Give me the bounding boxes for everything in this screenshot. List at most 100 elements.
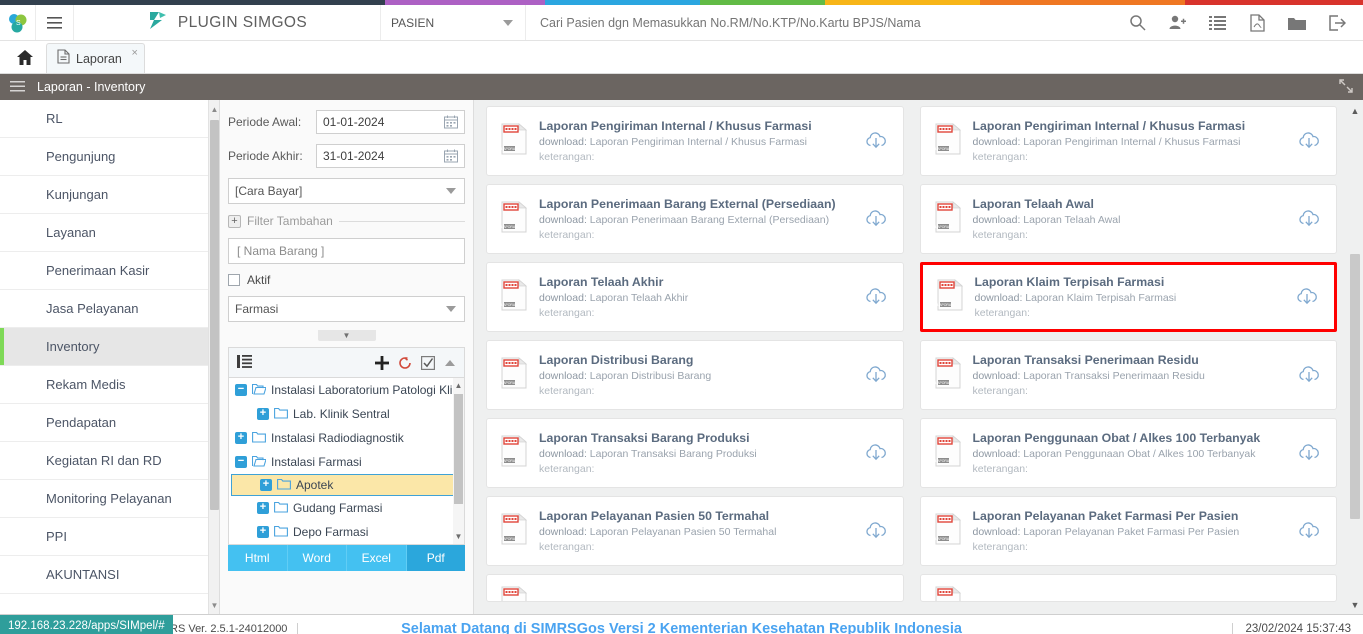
report-card-partial[interactable]: LAPORAN bbox=[919, 574, 1337, 602]
home-icon[interactable] bbox=[8, 41, 42, 73]
chevron-down-icon bbox=[503, 19, 513, 26]
tree-scrollbar[interactable]: ▲ ▼ bbox=[453, 378, 464, 544]
cloud-download-icon[interactable] bbox=[863, 209, 889, 229]
checkbox-checked-icon[interactable] bbox=[421, 355, 435, 370]
close-icon[interactable]: × bbox=[131, 47, 137, 59]
cloud-download-icon[interactable] bbox=[863, 521, 889, 541]
sidebar-item-akuntansi[interactable]: AKUNTANSI bbox=[0, 556, 219, 594]
sidebar-item-rl[interactable]: RL bbox=[0, 100, 219, 138]
plus-icon[interactable]: + bbox=[257, 502, 269, 514]
report-card[interactable]: LAPORAN Laporan Transaksi Penerimaan Resi… bbox=[919, 340, 1337, 410]
unit-select[interactable]: Farmasi bbox=[228, 296, 465, 322]
cloud-download-icon[interactable] bbox=[863, 443, 889, 463]
scroll-down-icon[interactable]: ▼ bbox=[453, 530, 464, 543]
search-icon[interactable] bbox=[1117, 5, 1157, 41]
report-card[interactable]: LAPORAN Laporan Penggunaan Obat / Alkes 1… bbox=[919, 418, 1337, 488]
report-card[interactable]: LAPORAN Laporan Transaksi Barang Produksi… bbox=[486, 418, 904, 488]
scroll-up-icon[interactable]: ▲ bbox=[453, 379, 464, 392]
calendar-icon[interactable] bbox=[444, 115, 458, 134]
tree-node[interactable]: + Lab. Klinik Sentral bbox=[229, 402, 464, 426]
nama-barang-input[interactable]: [ Nama Barang ] bbox=[228, 238, 465, 264]
cloud-download-icon[interactable] bbox=[863, 365, 889, 385]
search-input[interactable] bbox=[540, 15, 1103, 30]
sidebar-item-pengunjung[interactable]: Pengunjung bbox=[0, 138, 219, 176]
logout-icon[interactable] bbox=[1317, 5, 1357, 41]
expand-icon[interactable] bbox=[1339, 78, 1353, 96]
list-icon[interactable] bbox=[1197, 5, 1237, 41]
svg-text:LAPORAN: LAPORAN bbox=[501, 147, 518, 151]
plus-icon[interactable] bbox=[375, 355, 389, 370]
export-button-html[interactable]: Html bbox=[228, 545, 288, 571]
folder-icon[interactable] bbox=[1277, 5, 1317, 41]
plus-icon[interactable]: + bbox=[228, 214, 241, 228]
sidebar-item-layanan[interactable]: Layanan bbox=[0, 214, 219, 252]
cloud-download-icon[interactable] bbox=[863, 131, 889, 151]
panel-collapse-toggle[interactable]: ▼ bbox=[317, 330, 376, 341]
cloud-download-icon[interactable] bbox=[863, 287, 889, 307]
report-card[interactable]: LAPORAN Laporan Telaah Akhir download: Lap… bbox=[486, 262, 904, 332]
sidebar-item-rekam-medis[interactable]: Rekam Medis bbox=[0, 366, 219, 404]
sidebar-item-jasa-pelayanan[interactable]: Jasa Pelayanan bbox=[0, 290, 219, 328]
report-card-selected[interactable]: LAPORAN Laporan Klaim Terpisah Farmasi dow… bbox=[919, 262, 1337, 332]
report-card[interactable]: LAPORAN Laporan Telaah Awal download: Lapo… bbox=[919, 184, 1337, 254]
export-button-excel[interactable]: Excel bbox=[347, 545, 407, 571]
minus-icon[interactable]: − bbox=[235, 456, 247, 468]
main-scrollbar[interactable]: ▲ ▼ bbox=[1349, 104, 1361, 612]
sidebar-item-kegiatan-ri-dan-rd[interactable]: Kegiatan RI dan RD bbox=[0, 442, 219, 480]
report-card[interactable]: LAPORAN Laporan Pengiriman Internal / Khu… bbox=[486, 106, 904, 176]
history-refresh-icon[interactable] bbox=[398, 356, 412, 370]
periode-awal-input[interactable]: 01-01-2024 bbox=[316, 110, 465, 134]
report-card[interactable]: LAPORAN Laporan Penerimaan Barang Externa… bbox=[486, 184, 904, 254]
cloud-download-icon[interactable] bbox=[1296, 209, 1322, 229]
pdf-icon[interactable] bbox=[1237, 5, 1277, 41]
sidebar-item-penerimaan-kasir[interactable]: Penerimaan Kasir bbox=[0, 252, 219, 290]
tab-laporan[interactable]: Laporan × bbox=[46, 43, 145, 73]
scroll-down-icon[interactable]: ▼ bbox=[1349, 598, 1361, 612]
scrollbar-thumb[interactable] bbox=[1350, 254, 1360, 519]
calendar-icon[interactable] bbox=[444, 149, 458, 168]
add-user-icon[interactable] bbox=[1157, 5, 1197, 41]
sidebar-scrollbar[interactable]: ▲ ▼ bbox=[208, 100, 219, 614]
report-card-partial[interactable]: LAPORAN bbox=[486, 574, 904, 602]
scrollbar-thumb[interactable] bbox=[454, 394, 463, 504]
sidebar-item-kunjungan[interactable]: Kunjungan bbox=[0, 176, 219, 214]
tree-node[interactable]: − Instalasi Farmasi bbox=[229, 450, 464, 474]
sidebar-item-pendapatan[interactable]: Pendapatan bbox=[0, 404, 219, 442]
report-card[interactable]: LAPORAN Laporan Pengiriman Internal / Khu… bbox=[919, 106, 1337, 176]
sidebar-item-ppi[interactable]: PPI bbox=[0, 518, 219, 556]
minus-icon[interactable]: − bbox=[235, 384, 247, 396]
bars-icon[interactable] bbox=[10, 80, 25, 95]
sidebar-item-monitoring-pelayanan[interactable]: Monitoring Pelayanan bbox=[0, 480, 219, 518]
scroll-up-icon[interactable]: ▲ bbox=[209, 102, 219, 116]
patient-scope-select[interactable]: PASIEN bbox=[381, 5, 526, 40]
scroll-down-icon[interactable]: ▼ bbox=[209, 598, 219, 612]
plus-icon[interactable]: + bbox=[257, 526, 269, 538]
export-button-pdf[interactable]: Pdf bbox=[406, 545, 465, 571]
plus-icon[interactable]: + bbox=[260, 479, 272, 491]
chevron-up-icon[interactable] bbox=[444, 359, 456, 367]
plus-icon[interactable]: + bbox=[257, 408, 269, 420]
tree-node[interactable]: + Gudang Farmasi bbox=[229, 496, 464, 520]
sidebar-item-inventory[interactable]: Inventory bbox=[0, 328, 219, 366]
cloud-download-icon[interactable] bbox=[1294, 287, 1320, 307]
report-card[interactable]: LAPORAN Laporan Pelayanan Paket Farmasi P… bbox=[919, 496, 1337, 566]
tree-node[interactable]: + Apotek bbox=[231, 474, 462, 496]
aktif-checkbox[interactable]: Aktif bbox=[228, 273, 465, 287]
cara-bayar-select[interactable]: [Cara Bayar] bbox=[228, 178, 465, 204]
plus-icon[interactable]: + bbox=[235, 432, 247, 444]
tree-node[interactable]: − Instalasi Laboratorium Patologi Kli... bbox=[229, 378, 464, 402]
tree-node[interactable]: + Instalasi Radiodiagnostik bbox=[229, 426, 464, 450]
report-card[interactable]: LAPORAN Laporan Pelayanan Pasien 50 Terma… bbox=[486, 496, 904, 566]
scrollbar-thumb[interactable] bbox=[210, 120, 219, 510]
export-button-word[interactable]: Word bbox=[287, 545, 347, 571]
hamburger-icon[interactable] bbox=[36, 5, 74, 40]
cloud-download-icon[interactable] bbox=[1296, 521, 1322, 541]
tree-node[interactable]: + Depo Farmasi bbox=[229, 520, 464, 544]
cloud-download-icon[interactable] bbox=[1296, 443, 1322, 463]
report-card[interactable]: LAPORAN Laporan Distribusi Barang download… bbox=[486, 340, 904, 410]
list-lines-icon[interactable] bbox=[237, 354, 252, 371]
cloud-download-icon[interactable] bbox=[1296, 131, 1322, 151]
periode-akhir-input[interactable]: 31-01-2024 bbox=[316, 144, 465, 168]
cloud-download-icon[interactable] bbox=[1296, 365, 1322, 385]
scroll-up-icon[interactable]: ▲ bbox=[1349, 104, 1361, 118]
